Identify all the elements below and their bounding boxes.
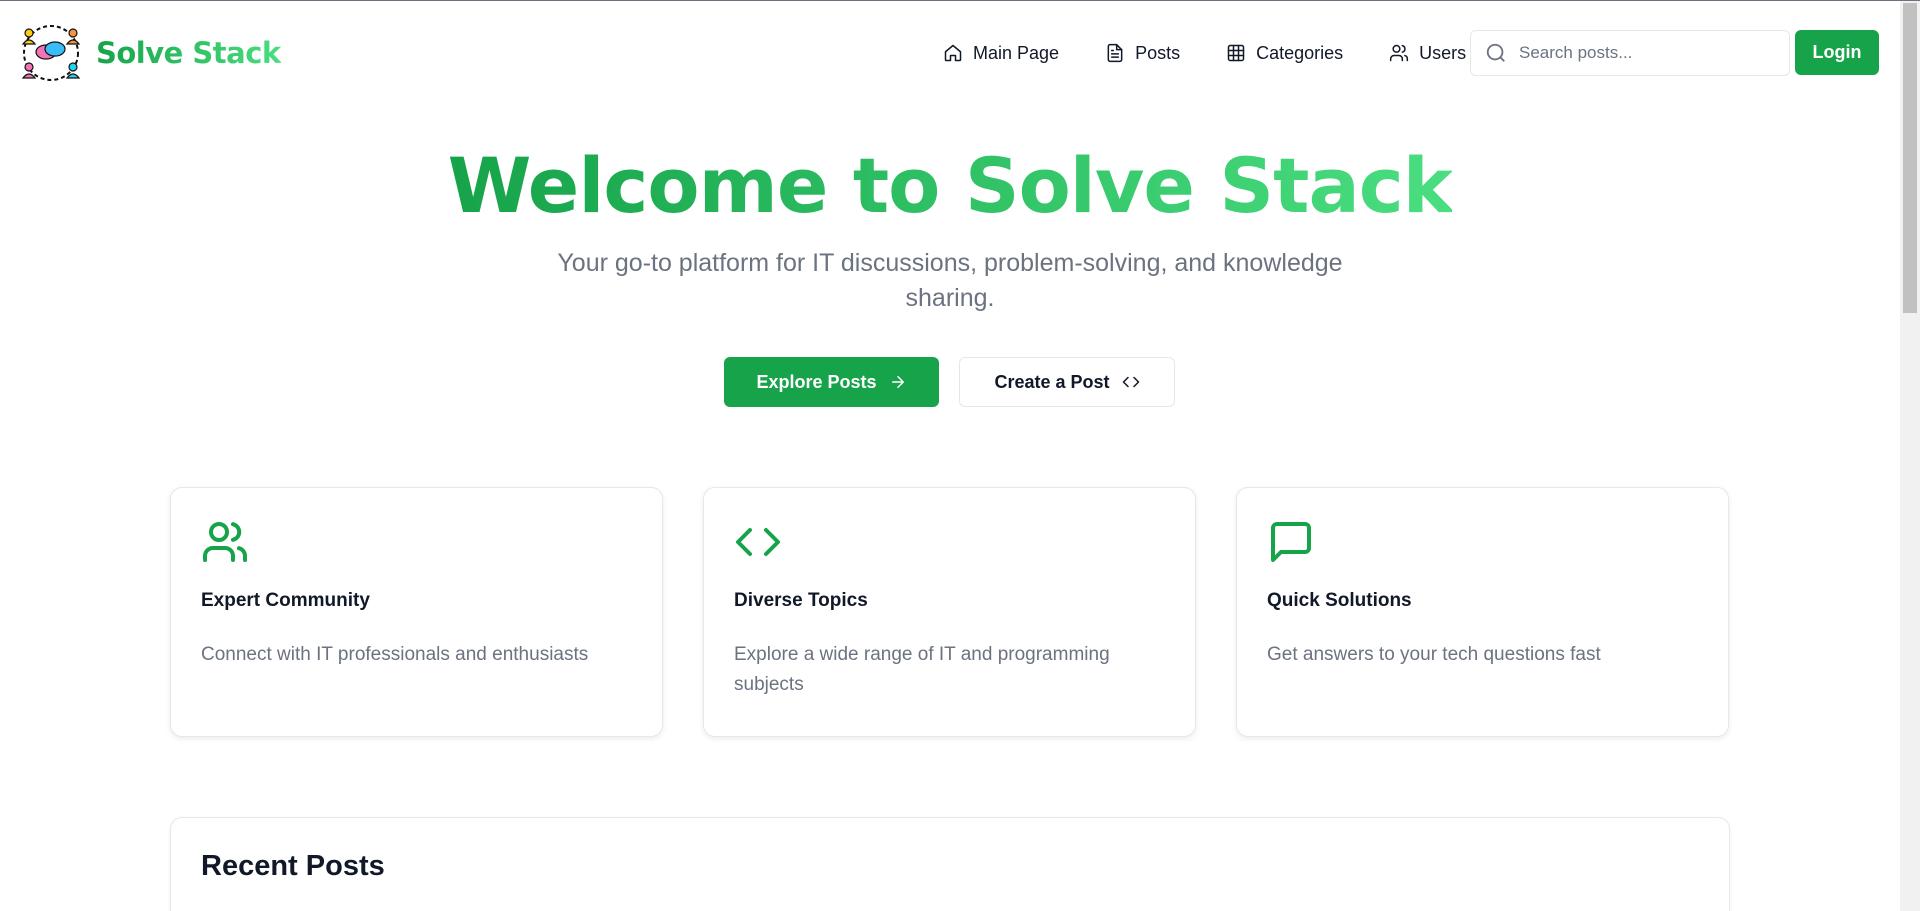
users-icon (1390, 44, 1409, 62)
hero-title-text: Welcome to Solve Stack (447, 141, 1454, 230)
feature-card-expert-community: Expert Community Connect with IT profess… (170, 487, 663, 737)
create-post-button[interactable]: Create a Post (959, 357, 1175, 407)
logo[interactable]: Solve Stack (20, 22, 281, 84)
create-post-label: Create a Post (994, 371, 1110, 392)
community-logo-icon (20, 22, 82, 84)
users-icon (201, 518, 249, 566)
recent-posts-section: Recent Posts (170, 817, 1730, 911)
site-header: Solve Stack Main Page Posts Categories U… (0, 1, 1900, 105)
feature-title: Quick Solutions (1267, 590, 1412, 611)
feature-card-quick-solutions: Quick Solutions Get answers to your tech… (1236, 487, 1729, 737)
search-input[interactable] (1519, 43, 1779, 63)
feature-title: Diverse Topics (734, 590, 868, 611)
hero-title: Welcome to Solve Stack (0, 141, 1900, 230)
nav-label: Posts (1135, 42, 1181, 63)
nav-item-users[interactable]: Users (1389, 43, 1466, 64)
brand-name[interactable]: Solve Stack (96, 36, 281, 70)
explore-posts-button[interactable]: Explore Posts (724, 357, 939, 407)
nav-item-main-page[interactable]: Main Page (943, 43, 1059, 64)
explore-posts-label: Explore Posts (756, 371, 877, 392)
arrow-right-icon (891, 376, 904, 388)
nav-label: Categories (1256, 42, 1344, 63)
hero-subtitle: Your go-to platform for IT discussions, … (557, 249, 1343, 312)
grid-icon (1227, 44, 1245, 62)
feature-description: Connect with IT professionals and enthus… (201, 644, 589, 665)
search-icon (1486, 43, 1505, 62)
feature-title: Expert Community (201, 590, 370, 611)
feature-description: Get answers to your tech questions fast (1267, 644, 1601, 665)
recent-posts-title: Recent Posts (201, 850, 385, 882)
feature-cards: Expert Community Connect with IT profess… (170, 487, 1730, 737)
nav-item-posts[interactable]: Posts (1105, 43, 1180, 64)
home-icon (944, 44, 962, 62)
feature-description: Explore a wide range of IT and programmi… (734, 644, 1110, 695)
nav-label: Main Page (973, 42, 1060, 63)
nav-item-categories[interactable]: Categories (1226, 43, 1343, 64)
message-square-icon (1267, 518, 1315, 566)
nav-label: Users (1419, 42, 1467, 63)
feature-card-diverse-topics: Diverse Topics Explore a wide range of I… (703, 487, 1196, 737)
file-text-icon (1107, 43, 1123, 63)
code-icon (1122, 376, 1139, 388)
login-button[interactable]: Login (1795, 30, 1879, 75)
search-box[interactable] (1470, 30, 1790, 76)
code-icon (734, 518, 782, 566)
main-nav: Main Page Posts Categories Users (943, 1, 1512, 105)
scrollbar-thumb[interactable] (1903, 3, 1917, 313)
vertical-scrollbar[interactable] (1900, 1, 1920, 911)
